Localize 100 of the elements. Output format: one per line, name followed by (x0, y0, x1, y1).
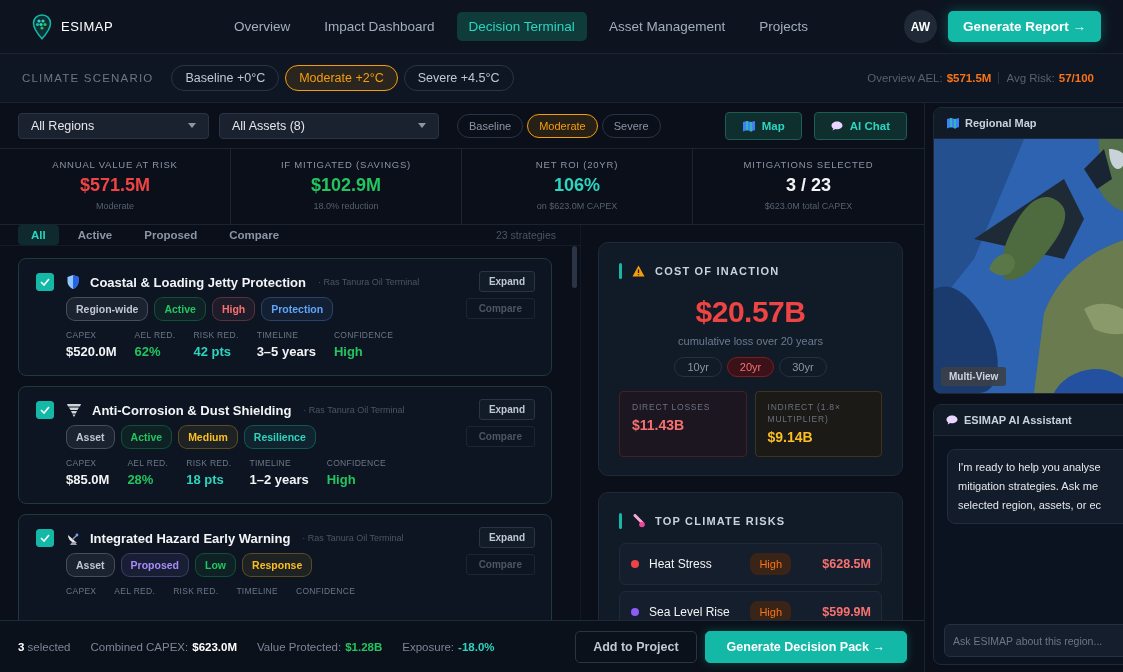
metric-value: $85.0M (66, 472, 110, 487)
summary-label: Overview AEL: (867, 72, 943, 84)
expand-button[interactable]: Expand (478, 527, 535, 548)
stat-label: Value Protected: (257, 640, 342, 653)
message-text: mitigation strategies. Ask me (958, 479, 1099, 494)
loss-value: $11.43B (632, 417, 686, 433)
kpi-note: $623.0M total CAPEX (764, 201, 853, 211)
map-icon (741, 119, 755, 132)
strategy-title: Integrated Hazard Early Warning (90, 530, 291, 546)
tag: Region-wide (66, 297, 149, 321)
metric-label: CAPEX (66, 330, 98, 340)
tag: Response (242, 553, 313, 577)
tag: Resilience (243, 425, 316, 449)
risk-name: Sea Level Rise (649, 605, 730, 619)
card-title: TOP CLIMATE RISKS (655, 515, 786, 527)
cost-caption: cumulative loss over 20 years (677, 335, 824, 347)
kpi-value: $102.9M (310, 175, 382, 196)
nav-tab[interactable]: Overview (222, 12, 303, 41)
metric-value: $520.0M (66, 344, 117, 359)
expand-button[interactable]: Expand (478, 399, 535, 420)
metric-value: 62% (134, 344, 162, 359)
checkbox[interactable] (36, 529, 54, 547)
kpi-value: 3 / 23 (785, 175, 831, 196)
tag: Medium (178, 425, 238, 449)
brand-name: ESIMAP (61, 19, 114, 34)
dropdown[interactable]: All Assets (8) (219, 112, 439, 139)
caret-icon (418, 123, 426, 128)
kpi-label: ANNUAL VALUE AT RISK (52, 159, 178, 170)
add-to-project-button[interactable]: Add to Project (575, 630, 697, 663)
strategy-count: 23 strategies (495, 229, 556, 241)
filter-tab[interactable]: All (18, 225, 59, 245)
severity-badge: High (750, 601, 791, 620)
kpi-note: 18.0% reduction (313, 201, 379, 211)
risk-value: $599.9M (821, 605, 871, 619)
chat-button[interactable]: AI Chat (813, 111, 907, 140)
message-text: selected region, assets, or ec (958, 498, 1103, 513)
tag: Proposed (120, 553, 190, 577)
metric-value: 18 pts (186, 472, 225, 487)
metric-value: 42 pts (193, 344, 232, 359)
metric-label: TIMELINE (236, 586, 278, 596)
accent-bar (619, 513, 622, 529)
nav-tab[interactable]: Decision Terminal (456, 12, 587, 41)
map-button[interactable]: Map (724, 111, 802, 140)
caret-icon (188, 123, 196, 128)
tag: Active (120, 425, 173, 449)
filter-tab[interactable]: Proposed (131, 225, 211, 245)
nav-tab[interactable]: Asset Management (596, 12, 738, 41)
risk-name: Heat Stress (649, 557, 712, 571)
metric-label: AEL RED. (114, 586, 156, 596)
risk-value: $628.5M (821, 557, 871, 571)
tag: Active (154, 297, 206, 321)
filter-tab[interactable]: Compare (216, 225, 293, 245)
expand-button[interactable]: Expand (478, 271, 535, 292)
accent-bar (619, 263, 622, 279)
map-badge: Multi-View (941, 367, 1007, 386)
checkbox[interactable] (36, 273, 54, 291)
kpi-label: NET ROI (20YR) (535, 159, 619, 170)
avatar[interactable]: AW (903, 10, 937, 43)
metric-label: RISK RED. (193, 330, 239, 340)
nav-tab[interactable]: Impact Dashboard (312, 12, 447, 41)
filter-tab[interactable]: Active (64, 225, 126, 245)
tag: Low (195, 553, 237, 577)
check-icon (40, 406, 50, 414)
stat-label: Exposure: (402, 640, 455, 653)
pin-icon (32, 13, 52, 40)
tag: Asset (66, 553, 115, 577)
cost-value: $20.57B (694, 295, 807, 329)
check-icon (40, 534, 50, 542)
period-toggle[interactable]: 20yr (726, 357, 775, 377)
nav-tab[interactable]: Projects (747, 12, 820, 41)
metric-label: CONFIDENCE (326, 458, 386, 468)
scrollbar (572, 246, 577, 288)
metric-label: RISK RED. (173, 586, 219, 596)
metric-label: TIMELINE (256, 330, 300, 340)
tag: Asset (66, 425, 115, 449)
metric-label: TIMELINE (249, 458, 293, 468)
scenario-toggle[interactable]: Moderate (527, 113, 598, 138)
message-text: I'm ready to help you analyse (958, 460, 1102, 475)
dropdown[interactable]: All Regions (18, 112, 209, 139)
stat-label: Combined CAPEX: (90, 640, 189, 653)
message-field[interactable]: Ask ESIMAP about this region... (944, 624, 1123, 657)
check-icon (40, 278, 50, 286)
warning-icon (632, 265, 645, 277)
tag: Protection (261, 297, 334, 321)
card-title: COST OF INACTION (655, 265, 780, 277)
stat-value: $623.0M (192, 640, 237, 653)
scenario-pill[interactable]: Moderate +2°C (285, 65, 398, 91)
thermometer-icon (632, 514, 645, 528)
speech-bubble-icon (830, 120, 843, 131)
summary-label: Avg Risk: (1006, 72, 1055, 84)
kpi-value: $571.5M (79, 175, 151, 196)
metric-value: 28% (127, 472, 155, 487)
metric-label: CAPEX (66, 458, 98, 468)
checkbox[interactable] (36, 401, 54, 419)
stat-value: -18.0% (458, 640, 495, 653)
section-label: CLIMATE SCENARIO (22, 72, 154, 84)
metric-label: RISK RED. (186, 458, 232, 468)
tag: High (211, 297, 256, 321)
kpi-label: MITIGATIONS SELECTED (743, 159, 874, 170)
map-icon (946, 117, 959, 129)
